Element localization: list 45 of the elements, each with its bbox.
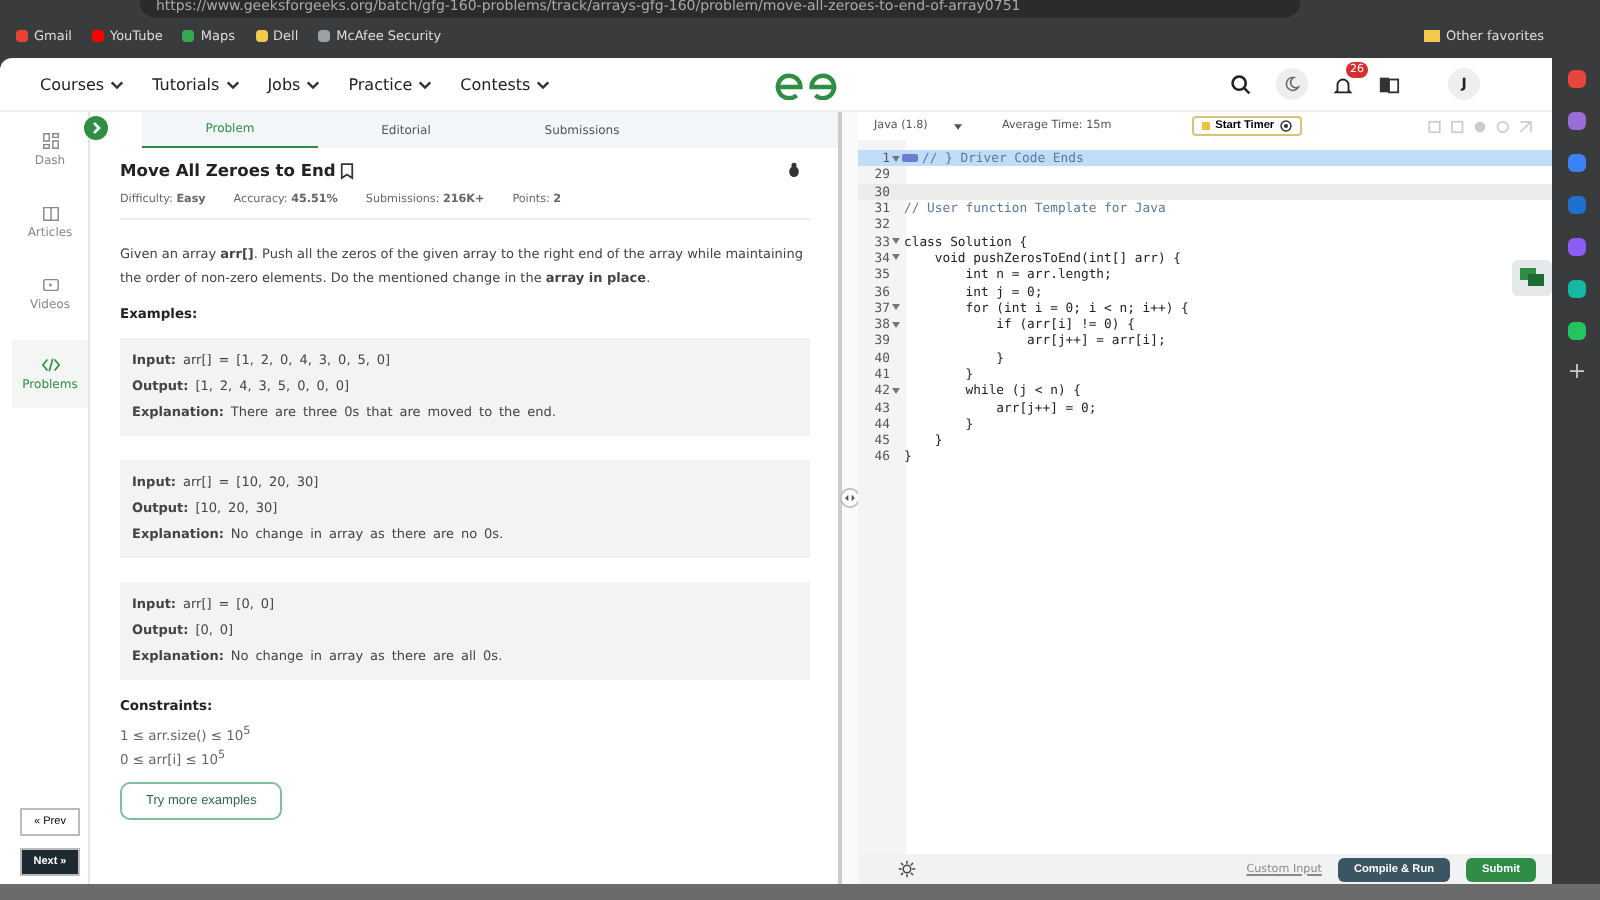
dashboard-icon	[41, 132, 59, 150]
app-icon[interactable]	[1567, 112, 1585, 130]
app-icon[interactable]	[1567, 154, 1585, 172]
bug-icon[interactable]	[786, 162, 802, 178]
nav-menu[interactable]: Courses	[40, 75, 125, 93]
folded-code-marker[interactable]	[902, 154, 918, 163]
caret-icon	[536, 79, 551, 89]
nav-menu[interactable]: Contests	[460, 75, 551, 93]
nav-menu[interactable]: Jobs	[267, 75, 321, 93]
caret-icon	[954, 123, 962, 129]
dark-mode-button[interactable]	[1276, 68, 1308, 100]
book-icon	[41, 204, 59, 222]
expand-button[interactable]	[84, 116, 108, 140]
chat-icon[interactable]	[1512, 260, 1552, 296]
translate-icon[interactable]	[1378, 73, 1400, 95]
app-icon[interactable]	[1567, 238, 1585, 256]
bell-icon[interactable]	[1332, 73, 1354, 95]
search-icon[interactable]	[1230, 73, 1252, 95]
fold-arrow-icon[interactable]	[892, 304, 900, 311]
moon-icon	[1284, 76, 1300, 92]
app-icon[interactable]	[1567, 196, 1585, 214]
problem-title: Move All Zeroes to End	[120, 160, 336, 180]
fold-arrow-icon[interactable]	[892, 238, 900, 245]
code-icon	[41, 356, 59, 374]
site-logo[interactable]	[774, 69, 839, 99]
bookmark-icon[interactable]	[339, 161, 354, 179]
app-icon[interactable]	[1567, 280, 1585, 298]
video-icon	[41, 276, 59, 294]
fold-arrow-icon[interactable]	[892, 254, 900, 261]
fold-arrow-icon[interactable]	[892, 321, 900, 328]
caret-icon	[306, 79, 321, 89]
fold-arrow-icon[interactable]	[892, 155, 900, 162]
caret-icon	[418, 79, 433, 89]
caret-icon	[225, 79, 240, 89]
resize-handle[interactable]	[840, 488, 860, 508]
add-icon[interactable]	[1569, 364, 1583, 378]
folder-icon	[1423, 30, 1440, 42]
nav-menu[interactable]: Tutorials	[152, 75, 240, 93]
app-icon[interactable]	[1567, 322, 1585, 340]
app-icon[interactable]	[1567, 70, 1585, 88]
caret-icon	[110, 79, 125, 89]
lightbulb-icon[interactable]	[898, 860, 916, 878]
nav-menu[interactable]: Practice	[348, 75, 433, 93]
target-icon	[1280, 120, 1293, 132]
fold-arrow-icon[interactable]	[892, 387, 900, 394]
